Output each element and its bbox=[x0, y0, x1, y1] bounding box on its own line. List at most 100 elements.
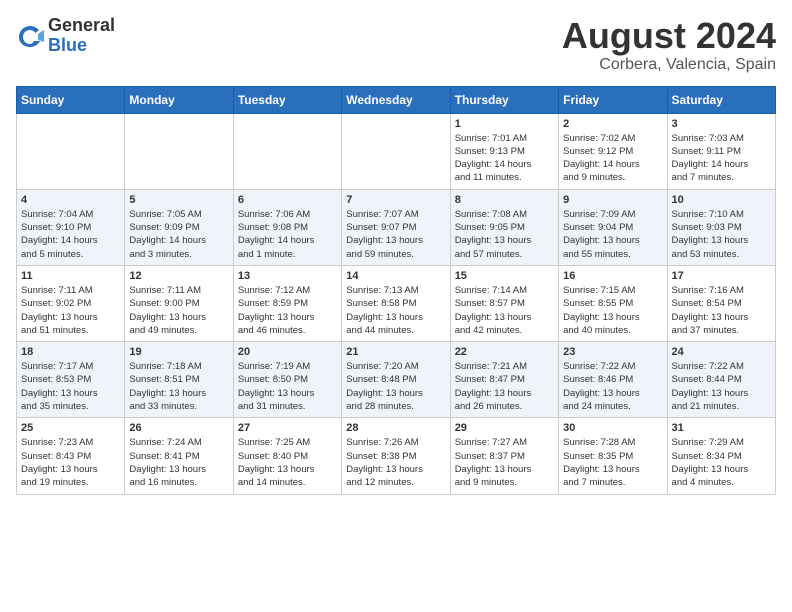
calendar-week-5: 25 Sunrise: 7:23 AM Sunset: 8:43 PM Dayli… bbox=[17, 418, 776, 494]
day-number: 23 bbox=[563, 346, 662, 358]
day-info: Sunrise: 7:20 AM Sunset: 8:48 PM Dayligh… bbox=[346, 360, 445, 413]
day-info: Sunrise: 7:15 AM Sunset: 8:55 PM Dayligh… bbox=[563, 284, 662, 337]
day-number: 31 bbox=[672, 422, 771, 434]
calendar-cell: 21 Sunrise: 7:20 AM Sunset: 8:48 PM Dayli… bbox=[342, 342, 450, 418]
day-number: 18 bbox=[21, 346, 120, 358]
logo-text: General Blue bbox=[48, 16, 115, 56]
calendar-title: August 2024 bbox=[562, 16, 776, 56]
calendar-cell: 26Sunrise: 7:24 AM Sunset: 8:41 PM Dayli… bbox=[125, 418, 233, 494]
calendar-cell: 23 Sunrise: 7:22 AM Sunset: 8:46 PM Dayli… bbox=[559, 342, 667, 418]
day-number: 24 bbox=[672, 346, 771, 358]
day-info: Sunrise: 7:07 AM Sunset: 9:07 PM Dayligh… bbox=[346, 208, 445, 261]
day-info: Sunrise: 7:06 AM Sunset: 9:08 PM Dayligh… bbox=[238, 208, 337, 261]
calendar-cell: 29 Sunrise: 7:27 AM Sunset: 8:37 PM Dayli… bbox=[450, 418, 558, 494]
day-number: 13 bbox=[238, 270, 337, 282]
day-number: 6 bbox=[238, 194, 337, 206]
day-info: Sunrise: 7:11 AM Sunset: 9:02 PM Dayligh… bbox=[21, 284, 120, 337]
logo: General Blue bbox=[16, 16, 115, 56]
day-number: 17 bbox=[672, 270, 771, 282]
day-number: 4 bbox=[21, 194, 120, 206]
calendar-cell: 9Sunrise: 7:09 AM Sunset: 9:04 PM Daylig… bbox=[559, 189, 667, 265]
calendar-cell: 4 Sunrise: 7:04 AM Sunset: 9:10 PM Daylig… bbox=[17, 189, 125, 265]
calendar-cell bbox=[125, 113, 233, 189]
calendar-cell: 1 Sunrise: 7:01 AM Sunset: 9:13 PM Daylig… bbox=[450, 113, 558, 189]
day-info: Sunrise: 7:22 AM Sunset: 8:44 PM Dayligh… bbox=[672, 360, 771, 413]
calendar-cell: 24 Sunrise: 7:22 AM Sunset: 8:44 PM Dayli… bbox=[667, 342, 775, 418]
day-number: 20 bbox=[238, 346, 337, 358]
calendar-cell: 28Sunrise: 7:26 AM Sunset: 8:38 PM Dayli… bbox=[342, 418, 450, 494]
day-number: 16 bbox=[563, 270, 662, 282]
day-number: 22 bbox=[455, 346, 554, 358]
calendar-cell: 19 Sunrise: 7:18 AM Sunset: 8:51 PM Dayli… bbox=[125, 342, 233, 418]
day-header-tuesday: Tuesday bbox=[233, 86, 341, 113]
day-info: Sunrise: 7:03 AM Sunset: 9:11 PM Dayligh… bbox=[672, 132, 771, 185]
calendar-cell: 31 Sunrise: 7:29 AM Sunset: 8:34 PM Dayli… bbox=[667, 418, 775, 494]
calendar-cell: 15 Sunrise: 7:14 AM Sunset: 8:57 PM Dayli… bbox=[450, 265, 558, 341]
day-number: 5 bbox=[129, 194, 228, 206]
calendar-cell: 5 Sunrise: 7:05 AM Sunset: 9:09 PM Daylig… bbox=[125, 189, 233, 265]
day-number: 19 bbox=[129, 346, 228, 358]
calendar-week-3: 11 Sunrise: 7:11 AM Sunset: 9:02 PM Dayli… bbox=[17, 265, 776, 341]
day-info: Sunrise: 7:11 AM Sunset: 9:00 PM Dayligh… bbox=[129, 284, 228, 337]
day-number: 25 bbox=[21, 422, 120, 434]
calendar-cell: 2 Sunrise: 7:02 AM Sunset: 9:12 PM Daylig… bbox=[559, 113, 667, 189]
day-info: Sunrise: 7:17 AM Sunset: 8:53 PM Dayligh… bbox=[21, 360, 120, 413]
day-number: 2 bbox=[563, 118, 662, 130]
day-number: 3 bbox=[672, 118, 771, 130]
day-info: Sunrise: 7:22 AM Sunset: 8:46 PM Dayligh… bbox=[563, 360, 662, 413]
calendar-header: SundayMondayTuesdayWednesdayThursdayFrid… bbox=[17, 86, 776, 113]
calendar-cell: 18 Sunrise: 7:17 AM Sunset: 8:53 PM Dayli… bbox=[17, 342, 125, 418]
day-number: 28 bbox=[346, 422, 445, 434]
day-number: 14 bbox=[346, 270, 445, 282]
calendar-cell: 14 Sunrise: 7:13 AM Sunset: 8:58 PM Dayli… bbox=[342, 265, 450, 341]
day-info: Sunrise: 7:08 AM Sunset: 9:05 PM Dayligh… bbox=[455, 208, 554, 261]
day-info: Sunrise: 7:13 AM Sunset: 8:58 PM Dayligh… bbox=[346, 284, 445, 337]
calendar-cell: 10Sunrise: 7:10 AM Sunset: 9:03 PM Dayli… bbox=[667, 189, 775, 265]
day-info: Sunrise: 7:02 AM Sunset: 9:12 PM Dayligh… bbox=[563, 132, 662, 185]
day-header-friday: Friday bbox=[559, 86, 667, 113]
calendar-cell: 22Sunrise: 7:21 AM Sunset: 8:47 PM Dayli… bbox=[450, 342, 558, 418]
day-info: Sunrise: 7:23 AM Sunset: 8:43 PM Dayligh… bbox=[21, 436, 120, 489]
day-info: Sunrise: 7:19 AM Sunset: 8:50 PM Dayligh… bbox=[238, 360, 337, 413]
calendar-table: SundayMondayTuesdayWednesdayThursdayFrid… bbox=[16, 86, 776, 495]
day-info: Sunrise: 7:12 AM Sunset: 8:59 PM Dayligh… bbox=[238, 284, 337, 337]
logo-blue-text: Blue bbox=[48, 36, 115, 56]
page-header: General Blue August 2024 Corbera, Valenc… bbox=[16, 16, 776, 74]
day-number: 9 bbox=[563, 194, 662, 206]
day-number: 12 bbox=[129, 270, 228, 282]
day-info: Sunrise: 7:27 AM Sunset: 8:37 PM Dayligh… bbox=[455, 436, 554, 489]
day-info: Sunrise: 7:18 AM Sunset: 8:51 PM Dayligh… bbox=[129, 360, 228, 413]
calendar-cell bbox=[342, 113, 450, 189]
day-info: Sunrise: 7:04 AM Sunset: 9:10 PM Dayligh… bbox=[21, 208, 120, 261]
day-header-monday: Monday bbox=[125, 86, 233, 113]
day-info: Sunrise: 7:14 AM Sunset: 8:57 PM Dayligh… bbox=[455, 284, 554, 337]
day-number: 15 bbox=[455, 270, 554, 282]
day-info: Sunrise: 7:28 AM Sunset: 8:35 PM Dayligh… bbox=[563, 436, 662, 489]
logo-icon bbox=[16, 22, 44, 50]
day-number: 10 bbox=[672, 194, 771, 206]
day-number: 11 bbox=[21, 270, 120, 282]
calendar-subtitle: Corbera, Valencia, Spain bbox=[562, 56, 776, 74]
calendar-week-1: 1 Sunrise: 7:01 AM Sunset: 9:13 PM Daylig… bbox=[17, 113, 776, 189]
calendar-cell: 7 Sunrise: 7:07 AM Sunset: 9:07 PM Daylig… bbox=[342, 189, 450, 265]
day-number: 29 bbox=[455, 422, 554, 434]
day-number: 1 bbox=[455, 118, 554, 130]
day-info: Sunrise: 7:25 AM Sunset: 8:40 PM Dayligh… bbox=[238, 436, 337, 489]
title-block: August 2024 Corbera, Valencia, Spain bbox=[562, 16, 776, 74]
calendar-cell bbox=[17, 113, 125, 189]
day-header-sunday: Sunday bbox=[17, 86, 125, 113]
calendar-cell: 16 Sunrise: 7:15 AM Sunset: 8:55 PM Dayli… bbox=[559, 265, 667, 341]
calendar-body: 1 Sunrise: 7:01 AM Sunset: 9:13 PM Daylig… bbox=[17, 113, 776, 494]
day-info: Sunrise: 7:01 AM Sunset: 9:13 PM Dayligh… bbox=[455, 132, 554, 185]
calendar-cell bbox=[233, 113, 341, 189]
day-number: 7 bbox=[346, 194, 445, 206]
calendar-cell: 11 Sunrise: 7:11 AM Sunset: 9:02 PM Dayli… bbox=[17, 265, 125, 341]
day-number: 21 bbox=[346, 346, 445, 358]
days-of-week-row: SundayMondayTuesdayWednesdayThursdayFrid… bbox=[17, 86, 776, 113]
day-header-wednesday: Wednesday bbox=[342, 86, 450, 113]
calendar-cell: 30Sunrise: 7:28 AM Sunset: 8:35 PM Dayli… bbox=[559, 418, 667, 494]
day-number: 27 bbox=[238, 422, 337, 434]
day-info: Sunrise: 7:05 AM Sunset: 9:09 PM Dayligh… bbox=[129, 208, 228, 261]
calendar-week-4: 18 Sunrise: 7:17 AM Sunset: 8:53 PM Dayli… bbox=[17, 342, 776, 418]
day-info: Sunrise: 7:29 AM Sunset: 8:34 PM Dayligh… bbox=[672, 436, 771, 489]
